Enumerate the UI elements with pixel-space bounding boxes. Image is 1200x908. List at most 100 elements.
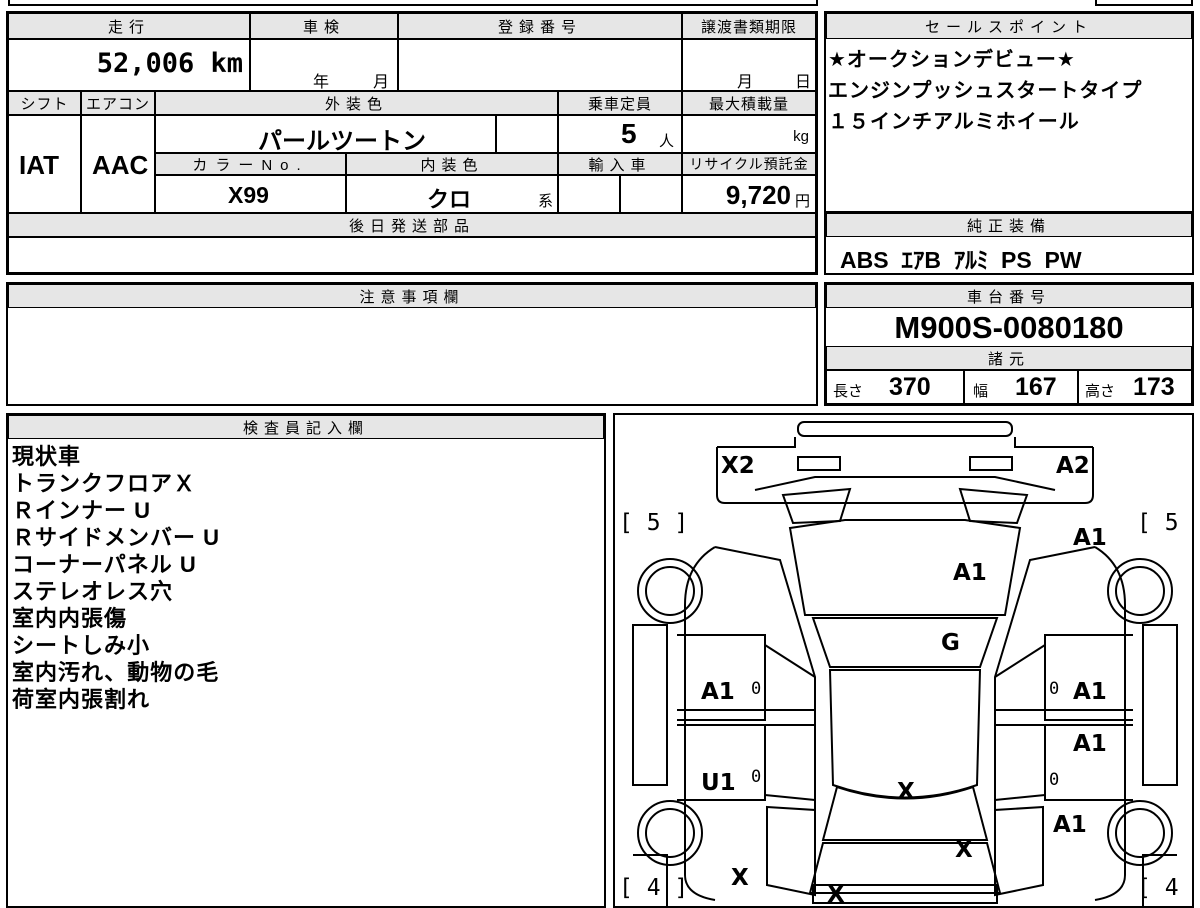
mileage-cell: 52,006 km (8, 39, 250, 91)
right-rear-door-mark: A1 (1073, 731, 1107, 757)
inspection-year-unit: 年 (313, 74, 330, 91)
right-fender-mark: A1 (1073, 525, 1107, 551)
left-rear-door-mark: U1 (701, 770, 736, 796)
front-right-mark: A2 (1056, 453, 1090, 479)
standard-equipment-header: 純正装備 (826, 213, 1192, 237)
height-value: 173 (1133, 373, 1175, 401)
inspection-cell: 年 月 (250, 39, 398, 91)
right-quarter-mark: A1 (1053, 812, 1087, 838)
recycle-header: リサイクル預託金 (682, 153, 816, 175)
windshield-mark: G (941, 630, 960, 656)
mileage-header: 走行 (8, 13, 250, 39)
height-cell: 高さ 173 (1078, 370, 1192, 404)
recycle-cell: 9,720 円 (682, 175, 816, 213)
recycle-value: 9,720 (725, 180, 791, 210)
color-no-header: カラーNo. (155, 153, 346, 175)
inspector-note: 荷室内張割れ (12, 687, 151, 712)
recycle-unit: 円 (794, 193, 810, 210)
length-value: 370 (889, 373, 931, 401)
transfer-month-unit: 月 (737, 74, 754, 91)
sales-points-list: ★オークションデビュー★ エンジンプッシュスタートタイプ １５インチアルミホイー… (828, 45, 1142, 138)
aircon-header: エアコン (81, 91, 155, 115)
exterior-color-extra (496, 115, 558, 153)
import-cell-a (558, 175, 620, 213)
right-rear-door-zero: 0 (1049, 770, 1060, 790)
width-cell: 幅 167 (964, 370, 1078, 404)
exterior-color-cell: パールツートン (155, 115, 496, 155)
roof-mark: X (897, 779, 915, 805)
max-load-header: 最大積載量 (682, 91, 816, 115)
inspector-note: シートしみ小 (12, 633, 151, 658)
shift-value: IAT (19, 150, 59, 180)
inspection-month-unit: 月 (373, 74, 390, 91)
inspector-note: コーナーパネル U (12, 552, 197, 577)
transfer-deadline-cell: 月 日 (682, 39, 816, 91)
inspector-note: Ｒサイドメンバー U (12, 525, 221, 550)
max-load-cell: kg (682, 115, 816, 153)
capacity-header: 乗車定員 (558, 91, 682, 115)
rear-glass-mark: X (955, 837, 973, 863)
mileage-value: 52,006 km (96, 48, 243, 79)
standard-equipment-value: ABS ｴｱB ｱﾙﾐ PS PW (840, 247, 1082, 273)
inspection-header: 車検 (250, 13, 398, 39)
right-front-door-mark: A1 (1073, 679, 1107, 705)
interior-color-value: クロ (427, 187, 472, 212)
import-cell-b (620, 175, 682, 213)
top-strip (0, 0, 1200, 8)
aircon-value: AAC (92, 150, 149, 180)
interior-color-header: 内装色 (346, 153, 558, 175)
aircon-cell: AAC (81, 115, 155, 213)
remarks-box: 注意事項欄 (6, 282, 818, 406)
width-value: 167 (1015, 373, 1057, 401)
tire-rear-right: [ 4 ] (1137, 875, 1179, 901)
sales-point-line: １５インチアルミホイール (828, 111, 1080, 133)
left-rear-door-zero: 0 (751, 767, 762, 787)
inspector-notes-list: 現状車 トランクフロアＸ Ｒインナー U Ｒサイドメンバー U コーナーパネル … (12, 443, 220, 713)
later-parts-header: 後日発送部品 (8, 213, 816, 237)
sales-points-box: セールスポイント ★オークションデビュー★ エンジンプッシュスタートタイプ １５… (824, 11, 1194, 213)
transfer-day-unit: 日 (795, 74, 812, 91)
shift-cell: IAT (8, 115, 81, 213)
capacity-cell: 5 人 (558, 115, 682, 153)
inspector-note: Ｒインナー U (12, 498, 152, 523)
capacity-unit: 人 (659, 133, 675, 150)
later-parts-cell (8, 237, 816, 273)
chassis-header: 車台番号 (826, 284, 1192, 308)
tire-front-left: [ 5 ] (619, 510, 689, 536)
left-front-door-zero: 0 (751, 679, 762, 699)
transfer-deadline-header: 譲渡書類期限 (682, 13, 816, 39)
max-load-unit: kg (793, 128, 809, 145)
sales-points-header: セールスポイント (826, 13, 1192, 39)
chassis-number: M900S-0080180 (894, 310, 1124, 345)
inspector-note: 現状車 (12, 444, 82, 469)
interior-color-cell: クロ 系 (346, 175, 558, 213)
hood-mark: A1 (953, 560, 987, 586)
front-left-mark: X2 (721, 453, 755, 479)
remarks-header: 注意事項欄 (8, 284, 816, 308)
color-no-value: X99 (228, 182, 269, 208)
tire-rear-left: [ 4 ] (619, 875, 689, 901)
tire-front-right: [ 5 ] (1137, 510, 1179, 536)
exterior-color-value: パールツートン (258, 128, 426, 155)
import-header: 輸入車 (558, 153, 682, 175)
inspector-note: トランクフロアＸ (12, 471, 197, 496)
height-label: 高さ (1085, 383, 1116, 400)
rear-bumper-mark: X (827, 882, 845, 908)
length-cell: 長さ 370 (826, 370, 964, 404)
specs-header: 諸元 (826, 346, 1192, 370)
inspector-notes-box: 検査員記入欄 現状車 トランクフロアＸ Ｒインナー U Ｒサイドメンバー U コ… (6, 413, 606, 908)
length-label: 長さ (833, 383, 864, 400)
inspector-note: ステレオレス穴 (12, 579, 174, 604)
inspector-note: 室内内張傷 (12, 606, 128, 631)
exterior-color-header: 外装色 (155, 91, 558, 115)
car-outline-diagram (632, 421, 1178, 906)
width-label: 幅 (973, 383, 989, 400)
registration-header: 登録番号 (398, 13, 682, 39)
vehicle-info-table: 走行 車検 登録番号 譲渡書類期限 52,006 km 年 月 月 日 シフト … (6, 11, 818, 275)
sales-point-line: エンジンプッシュスタートタイプ (828, 80, 1143, 102)
standard-equipment-box: 純正装備 ABS ｴｱB ｱﾙﾐ PS PW (824, 211, 1194, 275)
shift-header: シフト (8, 91, 81, 115)
left-front-door-mark: A1 (701, 679, 735, 705)
capacity-value: 5 (621, 118, 637, 149)
sales-point-line: ★オークションデビュー★ (828, 49, 1076, 71)
